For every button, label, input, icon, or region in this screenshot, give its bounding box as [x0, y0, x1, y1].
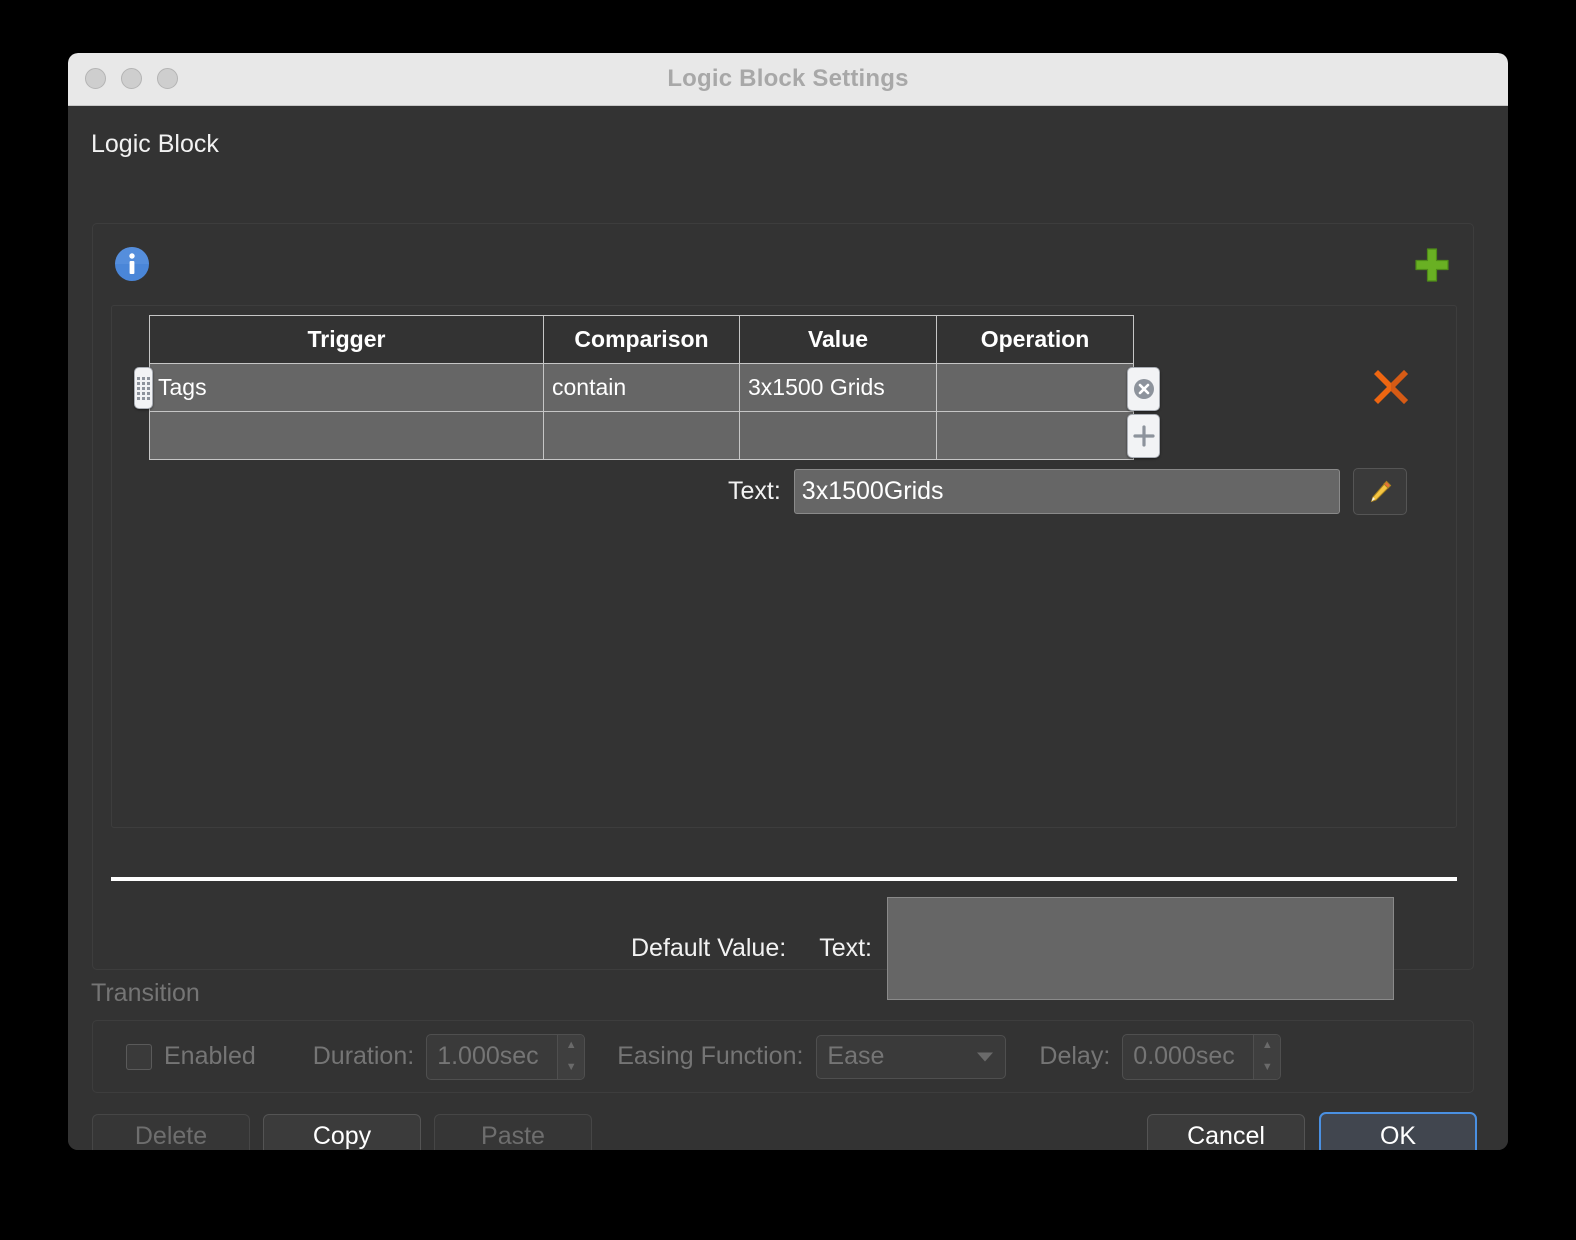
delete-rule-button[interactable] — [1370, 366, 1412, 408]
grip-dots-icon — [137, 376, 150, 400]
cell-comparison[interactable]: contain — [543, 363, 740, 412]
table-row[interactable] — [149, 411, 1134, 460]
easing-function-select[interactable]: Ease — [816, 1034, 1007, 1079]
section-divider — [111, 877, 1457, 881]
default-text-label: Text: — [819, 934, 872, 962]
page-title: Logic Block — [91, 130, 219, 158]
delay-value[interactable]: 0.000sec — [1123, 1035, 1253, 1079]
stepper-up-icon[interactable]: ▲ — [558, 1035, 584, 1057]
duration-stepper[interactable]: 1.000sec ▲ ▼ — [426, 1033, 586, 1080]
transition-group-label: Transition — [91, 979, 200, 1007]
cancel-button[interactable]: Cancel — [1147, 1114, 1305, 1150]
logic-block-settings-dialog: Logic Block Settings Logic Block Trigger… — [68, 53, 1508, 1150]
column-header-trigger[interactable]: Trigger — [149, 315, 544, 364]
column-header-operation[interactable]: Operation — [936, 315, 1134, 364]
column-header-comparison[interactable]: Comparison — [543, 315, 740, 364]
transition-panel: Enabled Duration: 1.000sec ▲ ▼ Easing Fu… — [92, 1020, 1474, 1093]
dialog-footer: Delete Copy Paste Cancel OK — [68, 1106, 1508, 1150]
duration-value[interactable]: 1.000sec — [427, 1035, 557, 1079]
circle-x-icon — [1133, 379, 1154, 399]
condition-text-input[interactable] — [793, 469, 1340, 514]
duration-stepper-arrows[interactable]: ▲ ▼ — [557, 1034, 585, 1079]
logic-block-panel: Trigger Comparison Value Operation Tags … — [92, 223, 1474, 1000]
plus-icon — [1132, 425, 1155, 447]
duration-label: Duration: — [312, 1042, 415, 1070]
window-titlebar: Logic Block Settings — [68, 53, 1508, 106]
cell-operation[interactable] — [936, 363, 1134, 412]
add-condition-button[interactable] — [1413, 246, 1451, 284]
stepper-down-icon[interactable]: ▼ — [1254, 1057, 1280, 1079]
remove-row-button[interactable] — [1127, 367, 1160, 411]
default-value-row: Default Value: Text: — [93, 897, 1473, 1000]
default-value-label: Default Value: — [631, 934, 787, 962]
transition-enabled-label: Enabled — [164, 1042, 256, 1070]
edit-text-button[interactable] — [1352, 468, 1407, 515]
cell-value[interactable] — [739, 411, 937, 460]
chevron-down-icon — [977, 1052, 994, 1061]
paste-button[interactable]: Paste — [434, 1114, 592, 1150]
table-row[interactable]: Tags contain 3x1500 Grids — [149, 363, 1134, 412]
stepper-down-icon[interactable]: ▼ — [558, 1057, 584, 1079]
delay-stepper-arrows[interactable]: ▲ ▼ — [1253, 1034, 1281, 1079]
easing-function-value: Ease — [827, 1042, 885, 1070]
add-row-button[interactable] — [1127, 414, 1160, 458]
transition-enabled-checkbox[interactable] — [126, 1043, 152, 1070]
stepper-up-icon[interactable]: ▲ — [1254, 1035, 1280, 1057]
delay-stepper[interactable]: 0.000sec ▲ ▼ — [1122, 1033, 1282, 1080]
cell-comparison[interactable] — [543, 411, 740, 460]
pencil-icon — [1370, 480, 1392, 502]
delete-button[interactable]: Delete — [92, 1114, 250, 1150]
condition-text-row: Text: — [728, 468, 1407, 515]
delay-label: Delay: — [1039, 1042, 1111, 1070]
ok-button[interactable]: OK — [1319, 1112, 1477, 1150]
condition-text-label: Text: — [728, 477, 781, 505]
cell-trigger[interactable]: Tags — [149, 363, 544, 412]
row-drag-handle[interactable] — [134, 367, 153, 409]
window-title: Logic Block Settings — [667, 65, 909, 92]
cell-operation[interactable] — [936, 411, 1134, 460]
cell-value[interactable]: 3x1500 Grids — [739, 363, 937, 412]
easing-function-label: Easing Function: — [617, 1042, 804, 1070]
info-icon — [114, 246, 150, 282]
conditions-table: Trigger Comparison Value Operation Tags … — [149, 315, 1134, 460]
column-header-value[interactable]: Value — [739, 315, 937, 364]
default-value-textarea[interactable] — [887, 897, 1394, 1000]
copy-button[interactable]: Copy — [263, 1114, 421, 1150]
condition-panel: Trigger Comparison Value Operation Tags … — [111, 305, 1457, 828]
dialog-body: Logic Block Trigger Comparison Value Ope… — [68, 106, 1508, 1150]
table-header-row: Trigger Comparison Value Operation — [149, 315, 1134, 364]
cell-trigger[interactable] — [149, 411, 544, 460]
